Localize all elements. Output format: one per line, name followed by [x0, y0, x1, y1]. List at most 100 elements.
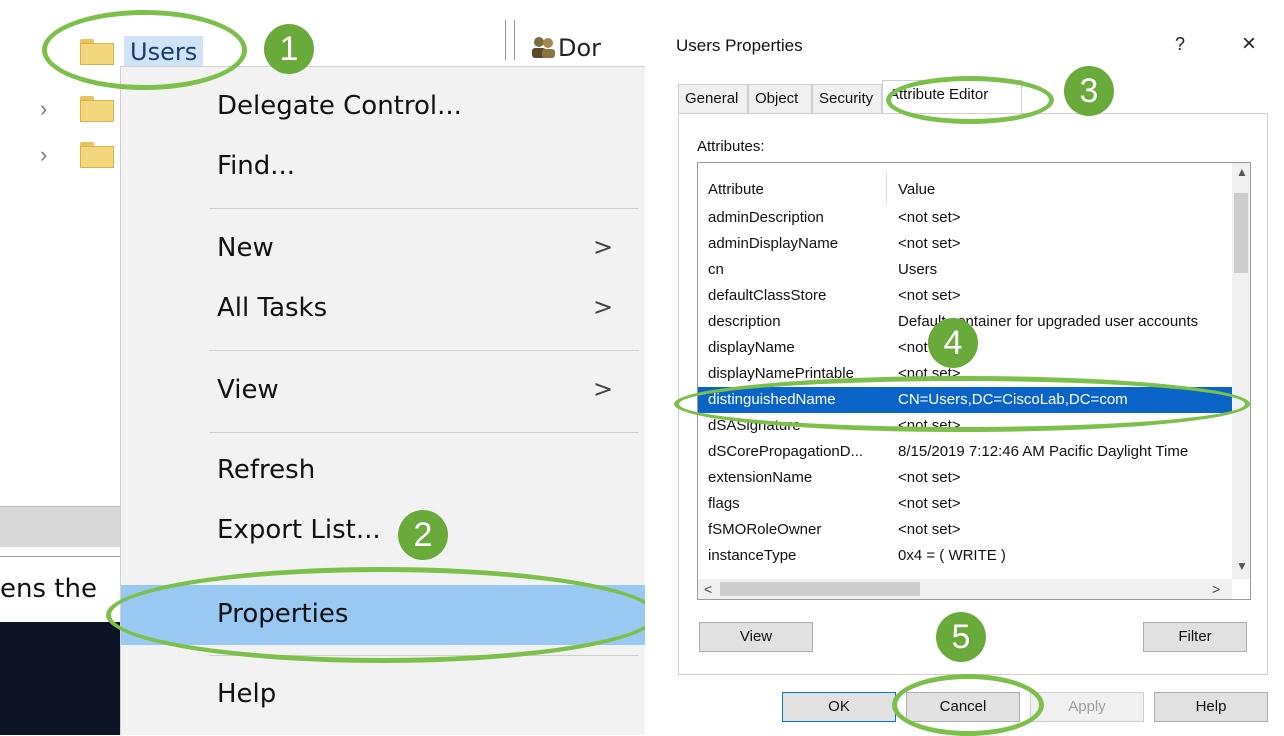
scroll-down-icon[interactable]: ▼: [1236, 559, 1248, 573]
tab-object[interactable]: Object: [748, 84, 812, 114]
cell-attribute: flags: [708, 495, 740, 512]
step-badge: 2: [398, 510, 448, 560]
scrollbar-thumb[interactable]: [720, 582, 920, 596]
annotation-ring: [674, 376, 1250, 432]
table-row[interactable]: instanceType 0x4 = ( WRITE ): [698, 543, 1232, 569]
help-icon[interactable]: ?: [1175, 34, 1185, 55]
cell-attribute: instanceType: [708, 547, 797, 564]
status-text: ens the: [0, 574, 97, 604]
menu-item-view[interactable]: View >: [121, 363, 645, 419]
menu-item-label: View: [217, 375, 279, 405]
menu-separator: [209, 432, 639, 433]
menu-item-label: Delegate Control...: [217, 91, 462, 121]
menu-item-all-tasks[interactable]: All Tasks >: [121, 281, 645, 337]
chevron-right-icon: >: [593, 233, 614, 261]
cell-value: <not set>: [898, 209, 961, 226]
menu-item-label: All Tasks: [217, 293, 328, 323]
menu-item-find[interactable]: Find...: [121, 139, 645, 195]
column-header-attribute[interactable]: Attribute: [708, 181, 764, 198]
divider: [0, 556, 125, 557]
vertical-scrollbar[interactable]: ▲ ▼: [1232, 163, 1250, 579]
view-button[interactable]: View: [699, 622, 813, 652]
cell-attribute: adminDescription: [708, 209, 824, 226]
table-row[interactable]: flags <not set>: [698, 491, 1232, 517]
table-row[interactable]: defaultClassStore <not set>: [698, 283, 1232, 309]
cell-value: <not set>: [898, 235, 961, 252]
table-row[interactable]: cn Users: [698, 257, 1232, 283]
column-header-partial: Dor: [530, 34, 601, 62]
scroll-left-icon[interactable]: <: [704, 581, 712, 597]
chevron-right-icon[interactable]: ›: [40, 144, 54, 166]
menu-item-label: Export List...: [217, 515, 381, 545]
horizontal-scrollbar[interactable]: < >: [698, 579, 1232, 599]
cell-attribute: description: [708, 313, 781, 330]
step-badge: 5: [936, 612, 986, 662]
annotation-ring: [106, 567, 645, 663]
scrollbar-thumb[interactable]: [1234, 193, 1248, 273]
menu-item-export-list[interactable]: Export List...: [121, 503, 645, 559]
horizontal-scrollbar[interactable]: [0, 506, 125, 547]
menu-item-label: New: [217, 233, 274, 263]
step-badge: 3: [1064, 66, 1114, 116]
cell-value: <not set>: [898, 521, 961, 538]
chevron-right-icon: >: [593, 375, 614, 403]
filter-button[interactable]: Filter: [1143, 622, 1247, 652]
menu-item-label: Help: [217, 679, 277, 709]
menu-item-label: Refresh: [217, 455, 316, 485]
cell-attribute: fSMORoleOwner: [708, 521, 822, 538]
cell-attribute: displayName: [708, 339, 795, 356]
tree-item-folder[interactable]: ›: [40, 142, 114, 168]
help-button[interactable]: Help: [1154, 692, 1268, 722]
cell-value: Users: [898, 261, 938, 278]
folder-icon: [80, 96, 114, 122]
cell-value: <not set>: [898, 469, 961, 486]
splitter[interactable]: [505, 20, 515, 60]
chevron-right-icon: >: [593, 293, 614, 321]
cell-attribute: adminDisplayName: [708, 235, 839, 252]
cell-value: <not set>: [898, 495, 961, 512]
close-icon[interactable]: ×: [1242, 30, 1256, 58]
menu-separator: [209, 350, 639, 351]
cell-attribute: extensionName: [708, 469, 813, 486]
table-row[interactable]: dSCorePropagationD... 8/15/2019 7:12:46 A…: [698, 439, 1232, 465]
menu-item-label: Find...: [217, 151, 296, 181]
cell-value: <not set>: [898, 287, 961, 304]
table-row[interactable]: extensionName <not set>: [698, 465, 1232, 491]
column-header-text: Dor: [558, 34, 602, 62]
tab-general[interactable]: General: [678, 84, 748, 114]
console-pane: Users › › Dor ens the Delegate Control..…: [0, 0, 645, 735]
ok-button[interactable]: OK: [782, 692, 896, 722]
users-group-icon: [532, 37, 555, 58]
menu-item-refresh[interactable]: Refresh: [121, 443, 645, 499]
annotation-ring: [892, 674, 1044, 736]
cell-attribute: defaultClassStore: [708, 287, 827, 304]
tab-security[interactable]: Security: [812, 84, 882, 114]
table-row[interactable]: adminDisplayName <not set>: [698, 231, 1232, 257]
column-header-value[interactable]: Value: [898, 181, 935, 198]
properties-dialog: Users Properties ? × General Object Secu…: [660, 0, 1284, 736]
menu-item-help[interactable]: Help: [121, 667, 645, 723]
table-row[interactable]: fSMORoleOwner <not set>: [698, 517, 1232, 543]
background-panel: [0, 622, 120, 735]
annotation-ring: [42, 10, 247, 90]
cell-value: 0x4 = ( WRITE ): [898, 547, 1006, 564]
folder-icon: [80, 142, 114, 168]
tree-item-folder[interactable]: ›: [40, 96, 114, 122]
scroll-up-icon[interactable]: ▲: [1236, 165, 1248, 179]
menu-item-delegate-control[interactable]: Delegate Control...: [121, 79, 645, 135]
cell-value: 8/15/2019 7:12:46 AM Pacific Daylight Ti…: [898, 443, 1189, 460]
column-divider[interactable]: [886, 173, 887, 203]
cell-attribute: dSCorePropagationD...: [708, 443, 864, 460]
scroll-right-icon[interactable]: >: [1212, 581, 1220, 597]
apply-button: Apply: [1030, 692, 1144, 722]
chevron-right-icon[interactable]: ›: [40, 98, 54, 120]
table-row[interactable]: adminDescription <not set>: [698, 205, 1232, 231]
attributes-label: Attributes:: [697, 138, 765, 155]
menu-item-new[interactable]: New >: [121, 221, 645, 277]
menu-separator: [209, 208, 639, 209]
annotation-ring: [886, 76, 1054, 124]
cell-attribute: cn: [708, 261, 724, 278]
dialog-title: Users Properties: [676, 36, 803, 55]
step-badge: 4: [928, 318, 978, 368]
list-header: Attribute Value: [698, 171, 1232, 203]
